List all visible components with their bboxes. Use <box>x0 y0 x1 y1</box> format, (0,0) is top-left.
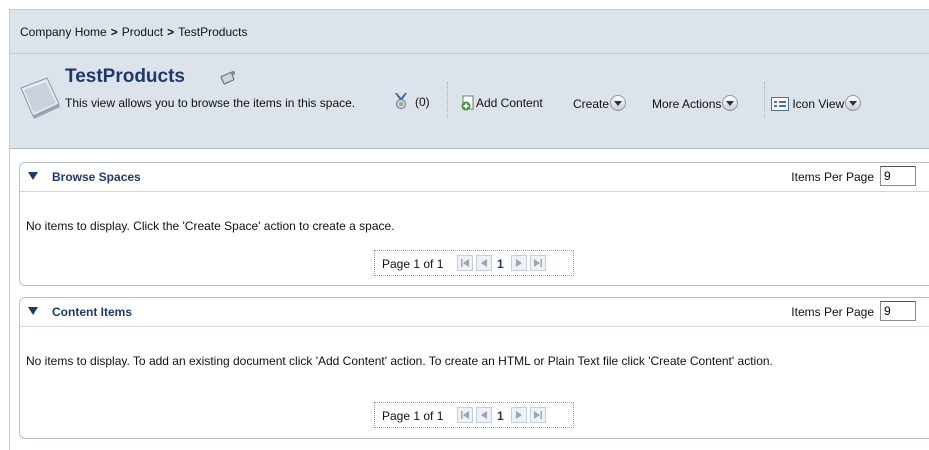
last-page-icon <box>534 259 542 267</box>
panel-header: Content Items Items Per Page <box>20 298 929 327</box>
panel-header: Browse Spaces Items Per Page <box>20 163 929 192</box>
last-page-button[interactable] <box>530 407 546 423</box>
more-actions-button[interactable]: More Actions <box>652 95 739 111</box>
content-items-panel: Content Items Items Per Page No items to… <box>19 297 929 439</box>
prev-page-button[interactable] <box>476 255 492 271</box>
next-page-icon <box>516 411 522 419</box>
add-content-button[interactable]: Add Content <box>460 95 543 111</box>
last-page-button[interactable] <box>530 255 546 271</box>
toolbar-divider <box>447 82 449 118</box>
breadcrumb-separator: > <box>167 25 175 39</box>
prev-page-button[interactable] <box>476 407 492 423</box>
space-header: TestProducts This view allows you to bro… <box>10 54 929 149</box>
rss-feed-icon[interactable] <box>220 68 238 86</box>
toolbar-divider <box>764 82 766 118</box>
pagination: Page 1 of 1 1 <box>374 250 574 276</box>
items-per-page-label: Items Per Page <box>791 170 874 184</box>
icon-view-icon <box>771 97 789 111</box>
create-menu-button[interactable]: Create <box>573 95 627 111</box>
view-menu-button[interactable]: Icon View <box>771 95 862 111</box>
space-folder-icon <box>20 77 60 119</box>
collapse-triangle-icon[interactable] <box>28 307 38 315</box>
last-page-icon <box>534 411 542 419</box>
current-page-number: 1 <box>497 409 504 423</box>
empty-message: No items to display. Click the 'Create S… <box>26 219 395 233</box>
add-content-label: Add Content <box>476 96 543 110</box>
prev-page-icon <box>481 259 487 267</box>
rules-medal-icon[interactable] <box>394 93 408 109</box>
breadcrumb-testproducts[interactable]: TestProducts <box>178 25 247 39</box>
breadcrumb-product[interactable]: Product <box>122 25 163 39</box>
page-indicator: Page 1 of 1 <box>382 257 444 271</box>
next-page-icon <box>516 259 522 267</box>
breadcrumb-separator: > <box>110 25 118 39</box>
first-page-icon <box>461 411 469 419</box>
first-page-button[interactable] <box>457 407 473 423</box>
collapse-triangle-icon[interactable] <box>28 172 38 180</box>
add-content-icon <box>461 95 474 111</box>
browse-spaces-panel: Browse Spaces Items Per Page No items to… <box>19 162 929 286</box>
first-page-icon <box>461 259 469 267</box>
items-per-page-input[interactable] <box>880 301 916 321</box>
rules-count[interactable]: (0) <box>415 95 430 109</box>
next-page-button[interactable] <box>511 407 527 423</box>
chevron-down-icon <box>845 95 862 111</box>
items-per-page-label: Items Per Page <box>791 305 874 319</box>
more-actions-label: More Actions <box>652 97 722 111</box>
next-page-button[interactable] <box>511 255 527 271</box>
items-per-page-input[interactable] <box>880 166 916 186</box>
first-page-button[interactable] <box>457 255 473 271</box>
breadcrumb-bar: Company Home > Product > TestProducts <box>10 10 929 54</box>
chevron-down-icon <box>610 95 627 111</box>
space-title: TestProducts <box>65 66 186 87</box>
panel-title[interactable]: Browse Spaces <box>52 170 141 184</box>
empty-message: No items to display. To add an existing … <box>26 354 773 368</box>
current-page-number: 1 <box>497 257 504 271</box>
view-label: Icon View <box>792 97 845 111</box>
chevron-down-icon <box>722 95 739 111</box>
create-label: Create <box>573 97 610 111</box>
breadcrumb-company-home[interactable]: Company Home <box>20 25 107 39</box>
breadcrumb: Company Home > Product > TestProducts <box>20 25 247 39</box>
panel-title[interactable]: Content Items <box>52 305 132 319</box>
pagination: Page 1 of 1 1 <box>374 402 574 428</box>
page-indicator: Page 1 of 1 <box>382 409 444 423</box>
prev-page-icon <box>481 411 487 419</box>
space-description: This view allows you to browse the items… <box>65 96 356 110</box>
